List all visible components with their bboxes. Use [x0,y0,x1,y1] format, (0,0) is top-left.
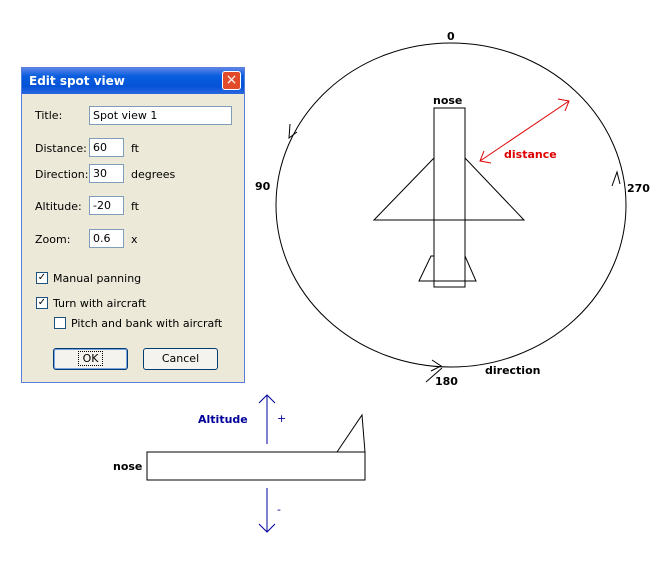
heading-0-label: 0 [447,30,455,43]
aircraft-fuselage [433,107,466,288]
heading-90-label: 90 [255,180,271,193]
altitude-minus-label: - [277,503,281,516]
side-view-fuselage [146,451,366,481]
direction-arrowhead-right [611,170,621,187]
direction-label-diagram: direction [485,364,541,377]
nose-label: nose [433,94,463,107]
direction-arrowhead-bottom [430,359,442,372]
side-nose-label: nose [113,460,143,473]
distance-label-diagram: distance [504,148,557,161]
heading-180-label: 180 [435,375,458,388]
side-view-tail [336,413,366,453]
altitude-plus-label: + [277,412,287,425]
spot-view-diagram [146,42,627,533]
altitude-label-diagram: Altitude [198,413,248,426]
heading-270-label: 270 [627,182,650,195]
